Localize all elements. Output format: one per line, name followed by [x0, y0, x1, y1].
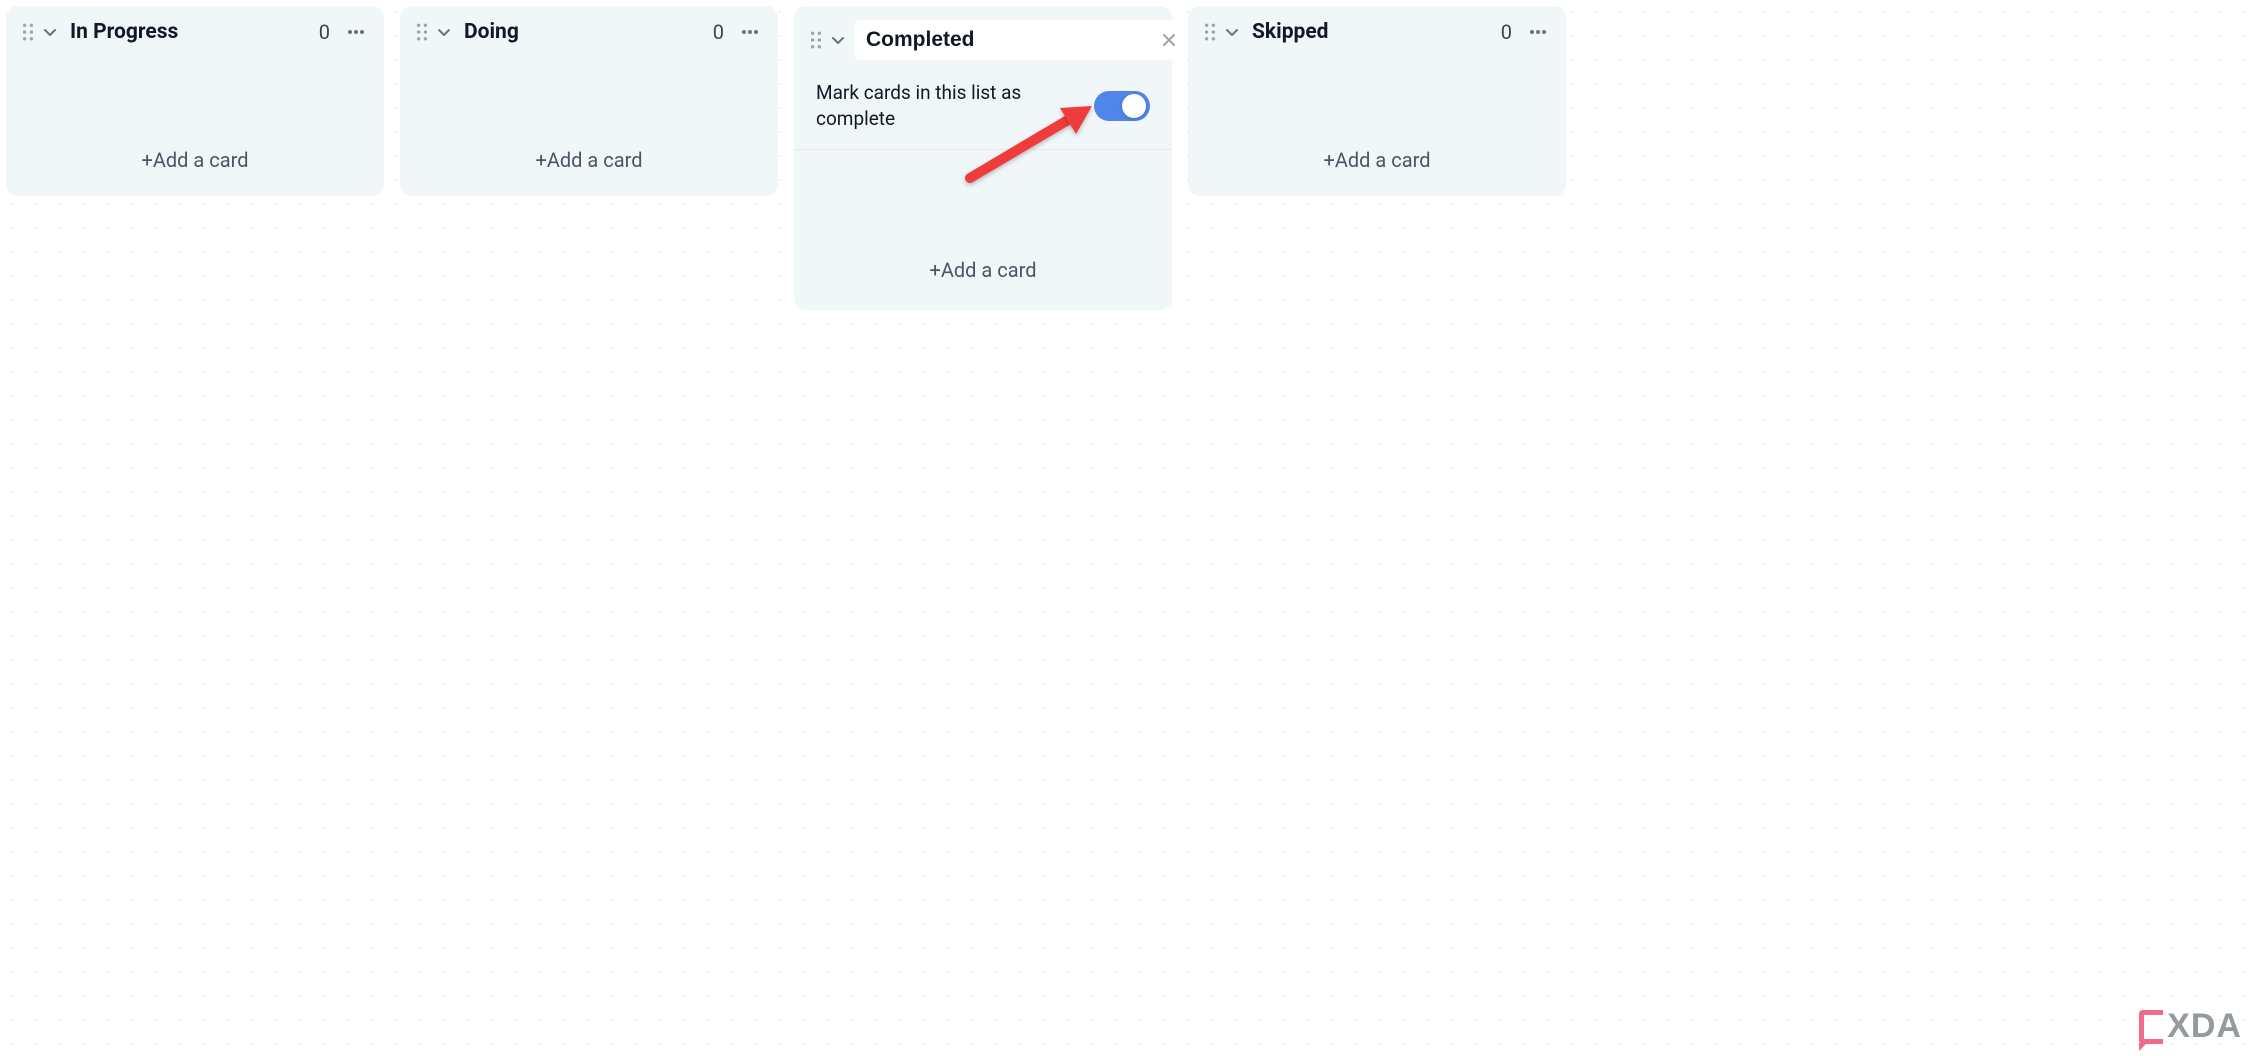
list-header: Skipped 0	[1188, 6, 1566, 52]
list-header: Doing 0	[400, 6, 778, 52]
close-icon[interactable]	[1159, 30, 1179, 50]
list-in-progress: In Progress 0 +Add a card	[6, 6, 384, 196]
drag-handle-icon[interactable]	[416, 23, 428, 41]
chevron-down-icon[interactable]	[436, 24, 452, 40]
card-count: 0	[313, 20, 336, 44]
list-doing: Doing 0 +Add a card	[400, 6, 778, 196]
kanban-board: In Progress 0 +Add a card Doing 0 +Add a…	[6, 6, 2248, 310]
list-skipped: Skipped 0 +Add a card	[1188, 6, 1566, 196]
card-count: 0	[1495, 20, 1518, 44]
add-card-button[interactable]: +Add a card	[6, 52, 384, 178]
add-card-button[interactable]: +Add a card	[794, 150, 1172, 288]
mark-complete-toggle[interactable]	[1094, 91, 1150, 121]
drag-handle-icon[interactable]	[810, 31, 822, 49]
list-title-input[interactable]	[854, 20, 1151, 60]
watermark-text: XDA	[2167, 1007, 2242, 1046]
list-title[interactable]: Doing	[460, 20, 699, 44]
mark-complete-label: Mark cards in this list as complete	[816, 80, 1046, 131]
drag-handle-icon[interactable]	[1204, 23, 1216, 41]
watermark: XDA	[2139, 1007, 2242, 1046]
card-count: 0	[707, 20, 730, 44]
list-title[interactable]: In Progress	[66, 20, 305, 44]
more-icon[interactable]	[1526, 20, 1550, 44]
add-card-button[interactable]: +Add a card	[1188, 52, 1566, 178]
chevron-down-icon[interactable]	[42, 24, 58, 40]
drag-handle-icon[interactable]	[22, 23, 34, 41]
list-completed: Mark cards in this list as complete +Add…	[794, 6, 1172, 310]
watermark-bracket-icon	[2139, 1010, 2163, 1044]
chevron-down-icon[interactable]	[830, 32, 846, 48]
list-header	[794, 6, 1172, 68]
more-icon[interactable]	[344, 20, 368, 44]
mark-complete-row: Mark cards in this list as complete	[794, 68, 1172, 150]
toggle-knob	[1122, 94, 1146, 118]
more-icon[interactable]	[738, 20, 762, 44]
chevron-down-icon[interactable]	[1224, 24, 1240, 40]
list-header: In Progress 0	[6, 6, 384, 52]
add-card-button[interactable]: +Add a card	[400, 52, 778, 178]
list-title[interactable]: Skipped	[1248, 20, 1487, 44]
list-title-edit-wrap	[854, 20, 1189, 60]
